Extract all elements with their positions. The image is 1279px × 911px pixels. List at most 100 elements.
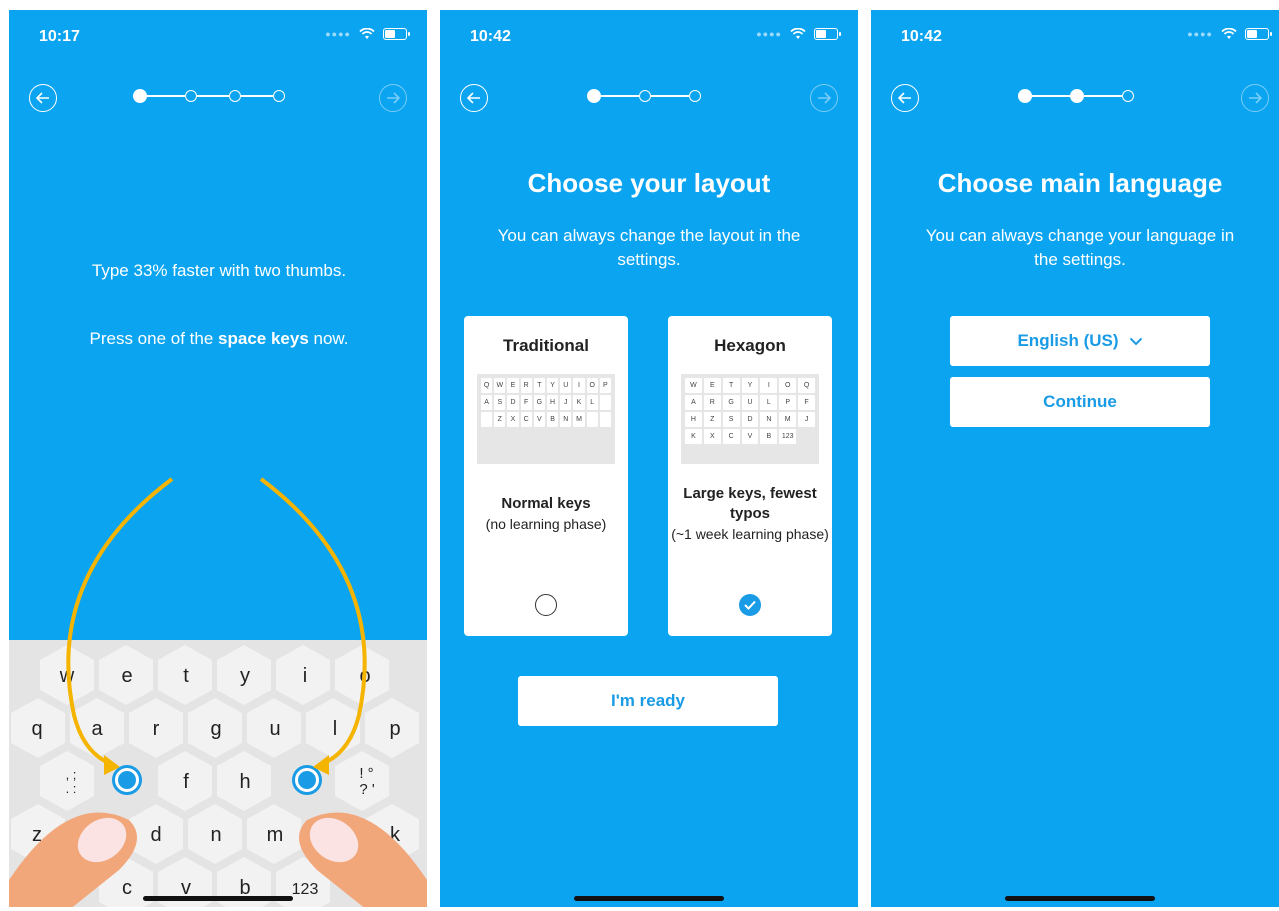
back-arrow-icon[interactable] — [29, 84, 57, 112]
language-value: English (US) — [1017, 331, 1119, 350]
radio-traditional[interactable] — [535, 594, 557, 616]
home-indicator — [574, 896, 724, 901]
battery-icon — [1245, 28, 1272, 40]
page-title: Choose main language — [937, 168, 1223, 198]
continue-button[interactable]: Continue — [950, 377, 1210, 427]
progress-dot — [689, 90, 701, 102]
forward-arrow-icon[interactable] — [1241, 84, 1269, 112]
forward-arrow-icon[interactable] — [379, 84, 407, 112]
layout-card-traditional[interactable]: Traditional QWERTYUIOP ASDFGHJKL ZXCVBNM N… — [464, 316, 628, 636]
preview-key: S — [494, 395, 506, 410]
left-thumb-icon — [9, 812, 137, 907]
preview-key: Y — [741, 378, 759, 393]
preview-key: Q — [481, 378, 493, 393]
page-title: Choose your layout — [527, 168, 771, 198]
card-description: Normal keys (no learning phase) — [485, 495, 607, 532]
arrow-left-icon — [66, 477, 174, 775]
preview-key — [599, 395, 611, 410]
language-dropdown[interactable]: English (US) — [950, 316, 1210, 366]
preview-key: R — [703, 395, 721, 410]
preview-key: K — [685, 429, 702, 444]
progress-dot — [133, 89, 147, 103]
preview-key: A — [481, 395, 493, 410]
card-title: Traditional — [503, 336, 589, 355]
home-indicator — [143, 896, 293, 901]
status-icons: ●●●● — [325, 28, 410, 40]
preview-key: C — [520, 412, 532, 427]
preview-key: X — [703, 429, 721, 444]
preview-key: C — [722, 429, 740, 444]
screen-language: 10:42 ●●●● Choose main language You can … — [871, 10, 1279, 907]
preview-key: V — [741, 429, 759, 444]
preview-key: N — [760, 412, 778, 427]
layout-card-hexagon[interactable]: Hexagon W E T Y I O Q A R G U L P F H Z S D N M J K X C V B 123 La… — [668, 316, 832, 636]
preview-key: Y — [546, 378, 559, 393]
wifi-icon — [359, 28, 375, 39]
preview-key: M — [573, 412, 585, 427]
key-p[interactable]: p — [373, 707, 417, 751]
chevron-down-icon — [1129, 337, 1142, 345]
preview-key: J — [798, 412, 815, 427]
signal-icon: ●●●● — [325, 29, 351, 39]
back-arrow-icon[interactable] — [460, 84, 488, 112]
preview-key: B — [760, 429, 778, 444]
preview-key: I — [760, 378, 778, 393]
preview-key: W — [685, 378, 702, 393]
status-icons: ●●●● — [756, 28, 841, 40]
preview-key: A — [685, 395, 702, 410]
preview-key: H — [546, 395, 559, 410]
preview-key: U — [741, 395, 759, 410]
status-time: 10:42 — [901, 28, 942, 45]
battery-icon — [383, 28, 410, 40]
progress-indicator — [1018, 89, 1134, 103]
preview-key: E — [703, 378, 721, 393]
preview-key: L — [586, 395, 598, 410]
preview-key: I — [573, 378, 585, 393]
preview-key: Z — [494, 412, 506, 427]
preview-key: X — [507, 412, 519, 427]
wifi-icon — [1221, 28, 1237, 39]
preview-key — [481, 412, 493, 427]
arrow-right-icon — [259, 477, 367, 775]
im-ready-button[interactable]: I'm ready — [518, 676, 778, 726]
preview-key: R — [520, 378, 532, 393]
preview-key: W — [494, 378, 506, 393]
key-n[interactable]: n — [194, 813, 238, 857]
preview-key: S — [722, 412, 740, 427]
progress-dot — [229, 90, 241, 102]
status-time: 10:17 — [39, 28, 80, 45]
key-q[interactable]: q — [15, 707, 59, 751]
progress-dot — [273, 90, 285, 102]
card-description: Large keys, fewest typos (~1 week learni… — [671, 485, 829, 542]
preview-key: D — [507, 395, 519, 410]
preview-key: N — [560, 412, 572, 427]
status-time: 10:42 — [470, 28, 511, 45]
intro-text-1: Type 33% faster with two thumbs. — [91, 261, 347, 280]
screen-intro: 10:17 ●●●● Type 33% faster with two thum… — [9, 10, 427, 907]
hexagon-keyboard-preview: W E T Y I O Q A R G U L P F H Z S D N M J K X C V B 123 — [681, 374, 819, 464]
preview-key: M — [779, 412, 797, 427]
preview-key: F — [798, 395, 815, 410]
preview-key: T — [722, 378, 740, 393]
preview-key: O — [586, 378, 598, 393]
preview-key: O — [779, 378, 797, 393]
preview-key: G — [722, 395, 740, 410]
preview-key: U — [560, 378, 572, 393]
preview-key: F — [520, 395, 532, 410]
back-arrow-icon[interactable] — [891, 84, 919, 112]
progress-indicator — [133, 89, 285, 103]
preview-key: G — [533, 395, 545, 410]
preview-key: Q — [798, 378, 815, 393]
card-title: Hexagon — [714, 336, 786, 355]
forward-arrow-icon[interactable] — [810, 84, 838, 112]
preview-key: D — [741, 412, 759, 427]
progress-dot — [1122, 90, 1134, 102]
status-icons: ●●●● — [1187, 28, 1272, 40]
right-thumb-icon — [299, 812, 427, 907]
preview-key: H — [685, 412, 702, 427]
key-g[interactable]: g — [194, 707, 238, 751]
progress-dot — [185, 90, 197, 102]
progress-indicator — [587, 89, 701, 103]
checkmark-icon[interactable] — [739, 594, 761, 616]
preview-key: B — [546, 412, 559, 427]
